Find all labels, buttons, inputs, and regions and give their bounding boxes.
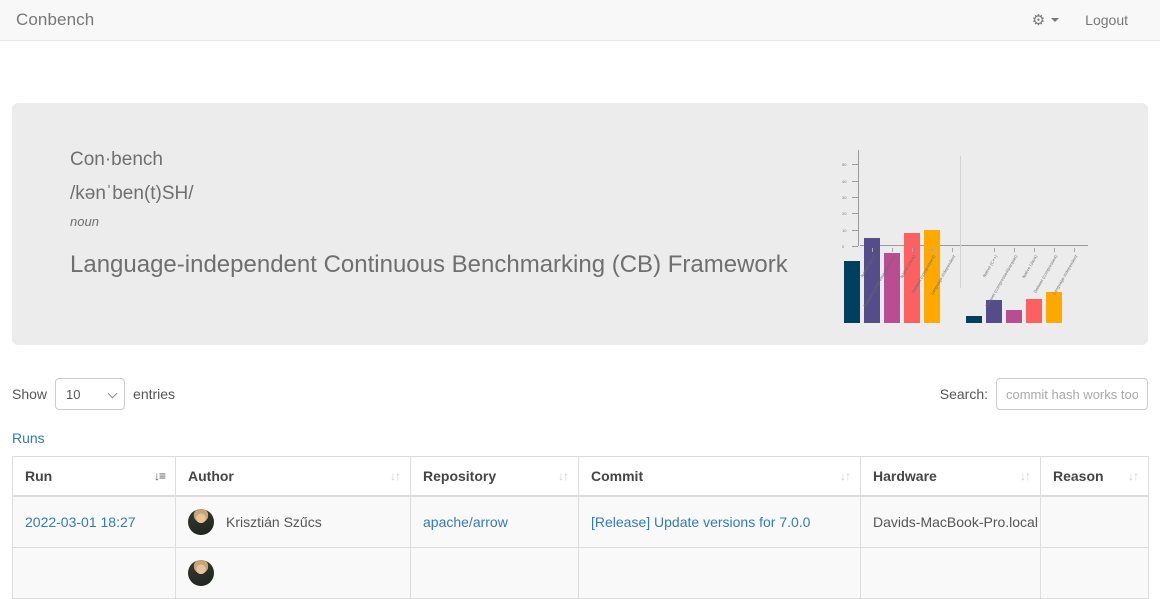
hero-word: Con·bench	[70, 149, 840, 171]
page-length-control: Show 102550100 entries	[12, 378, 175, 410]
search-label: Search:	[940, 386, 988, 402]
sort-icon[interactable]: ↓↑	[840, 469, 850, 483]
repository-link[interactable]: apache/arrow	[423, 514, 508, 530]
chart-x-tick	[872, 248, 873, 252]
chart-x-tick	[892, 248, 893, 252]
chart-x-axis-labels: Native (C++)Dataset (compressed/parquet)…	[860, 248, 1090, 318]
logout-link[interactable]: Logout	[1085, 12, 1128, 28]
cell-author	[176, 548, 411, 599]
show-label: Show	[12, 386, 47, 402]
chart-x-tick	[932, 248, 933, 252]
chart-y-tick	[852, 164, 858, 165]
sort-icon[interactable]: ↓↑	[558, 469, 568, 483]
table-row[interactable]	[13, 548, 1149, 599]
chart-bar	[844, 261, 860, 323]
hero-phonetic: /kənˈben(t)SH/	[70, 183, 840, 205]
chart-y-tick-label: 20	[842, 211, 846, 216]
chart-x-tick	[1034, 248, 1035, 252]
chart-x-tick	[994, 248, 995, 252]
sort-icon[interactable]: ↓≡	[154, 469, 165, 483]
sort-icon[interactable]: ↓↑	[1128, 469, 1138, 483]
avatar	[188, 560, 214, 586]
brand-logo[interactable]: Conbench	[16, 10, 94, 30]
table-row[interactable]: 2022-03-01 18:27 Krisztián Szűcs apache/ar…	[13, 496, 1149, 548]
runs-link[interactable]: Runs	[12, 430, 45, 446]
cell-repository	[411, 548, 579, 599]
hero-part-of-speech: noun	[70, 214, 840, 229]
chart-y-tick	[852, 230, 858, 231]
chart-y-tick	[852, 246, 858, 247]
page-size-select-wrap: 102550100	[55, 378, 125, 410]
search-input[interactable]	[996, 378, 1148, 410]
chart-x-tick	[912, 248, 913, 252]
settings-menu-button[interactable]: ⚙	[1032, 13, 1059, 28]
column-header-repository[interactable]: Repository ↓↑	[411, 457, 579, 497]
column-header-commit[interactable]: Commit ↓↑	[579, 457, 861, 497]
entries-label: entries	[133, 386, 175, 402]
hero-tagline: Language-independent Continuous Benchmar…	[70, 251, 840, 280]
cell-hardware	[861, 548, 1041, 599]
runs-table-body: 2022-03-01 18:27 Krisztián Szűcs apache/ar…	[13, 496, 1149, 599]
commit-link[interactable]: [Release] Update versions for 7.0.0	[591, 514, 810, 530]
chart-x-tick	[1074, 248, 1075, 252]
author-cell: Krisztián Szűcs	[188, 509, 398, 535]
run-link[interactable]: 2022-03-01 18:27	[25, 514, 136, 530]
cell-run	[13, 548, 176, 599]
hero-jumbotron: Con·bench /kənˈben(t)SH/ noun Language-i…	[12, 103, 1148, 345]
runs-table-container: Run↓≡Author↓↑Repository↓↑Commit↓↑Hardwar…	[12, 456, 1148, 599]
gear-icon: ⚙	[1032, 13, 1045, 28]
chart-x-tick	[1014, 248, 1015, 252]
chart-x-tick-label: Native (C++)	[982, 254, 999, 278]
runs-table: Run↓≡Author↓↑Repository↓↑Commit↓↑Hardwar…	[12, 456, 1149, 599]
sort-icon[interactable]: ↓↑	[1020, 469, 1030, 483]
chart-y-tick-label: 50	[842, 162, 846, 167]
cell-commit	[579, 548, 861, 599]
chart-y-tick-label: 0	[842, 244, 844, 249]
chart-y-tick	[852, 197, 858, 198]
table-header-row: Run↓≡Author↓↑Repository↓↑Commit↓↑Hardwar…	[13, 457, 1149, 497]
author-name: Krisztián Szűcs	[226, 514, 322, 530]
hero-bar-chart: Native (C++)Dataset (compressed/parquet)…	[840, 148, 1090, 323]
runs-table-head: Run↓≡Author↓↑Repository↓↑Commit↓↑Hardwar…	[13, 457, 1149, 497]
cell-reason	[1041, 496, 1149, 548]
top-navbar: Conbench ⚙ Logout	[0, 0, 1160, 41]
column-header-run[interactable]: Run ↓≡	[13, 457, 176, 497]
cell-reason	[1041, 548, 1149, 599]
chart-y-tick-label: 40	[842, 179, 846, 184]
chart-x-tick-label: Native (Java)	[899, 254, 916, 279]
column-header-label: Hardware	[873, 468, 937, 484]
chart-x-tick	[952, 248, 953, 252]
column-header-label: Commit	[591, 468, 643, 484]
cell-repository: apache/arrow	[411, 496, 579, 548]
navbar-right-group: ⚙ Logout	[1032, 12, 1144, 28]
cell-commit: [Release] Update versions for 7.0.0	[579, 496, 861, 548]
hero-text-block: Con·bench /kənˈben(t)SH/ noun Language-i…	[70, 149, 840, 280]
column-header-label: Repository	[423, 468, 496, 484]
avatar	[188, 509, 214, 535]
column-header-label: Reason	[1053, 468, 1104, 484]
cell-run: 2022-03-01 18:27	[13, 496, 176, 548]
cell-hardware: Davids-MacBook-Pro.local	[861, 496, 1041, 548]
chart-y-tick	[852, 213, 858, 214]
chevron-down-icon	[1051, 18, 1059, 22]
chart-y-tick	[852, 181, 858, 182]
page-size-select[interactable]: 102550100	[55, 378, 125, 410]
chart-y-tick-label: 10	[842, 228, 846, 233]
chart-x-tick	[1054, 248, 1055, 252]
chart-x-tick-label: Native (Java)	[1021, 254, 1038, 279]
sort-icon[interactable]: ↓↑	[390, 469, 400, 483]
chart-x-tick-label: Native (C++)	[860, 254, 877, 278]
column-header-author[interactable]: Author ↓↑	[176, 457, 411, 497]
author-cell	[188, 560, 398, 586]
chart-y-tick-label: 30	[842, 195, 846, 200]
column-header-reason[interactable]: Reason ↓↑	[1041, 457, 1149, 497]
search-control: Search:	[940, 378, 1148, 410]
column-header-label: Author	[188, 468, 234, 484]
column-header-label: Run	[25, 468, 52, 484]
datatable-controls: Show 102550100 entries Search:	[12, 378, 1148, 410]
cell-author: Krisztián Szűcs	[176, 496, 411, 548]
column-header-hardware[interactable]: Hardware ↓↑	[861, 457, 1041, 497]
